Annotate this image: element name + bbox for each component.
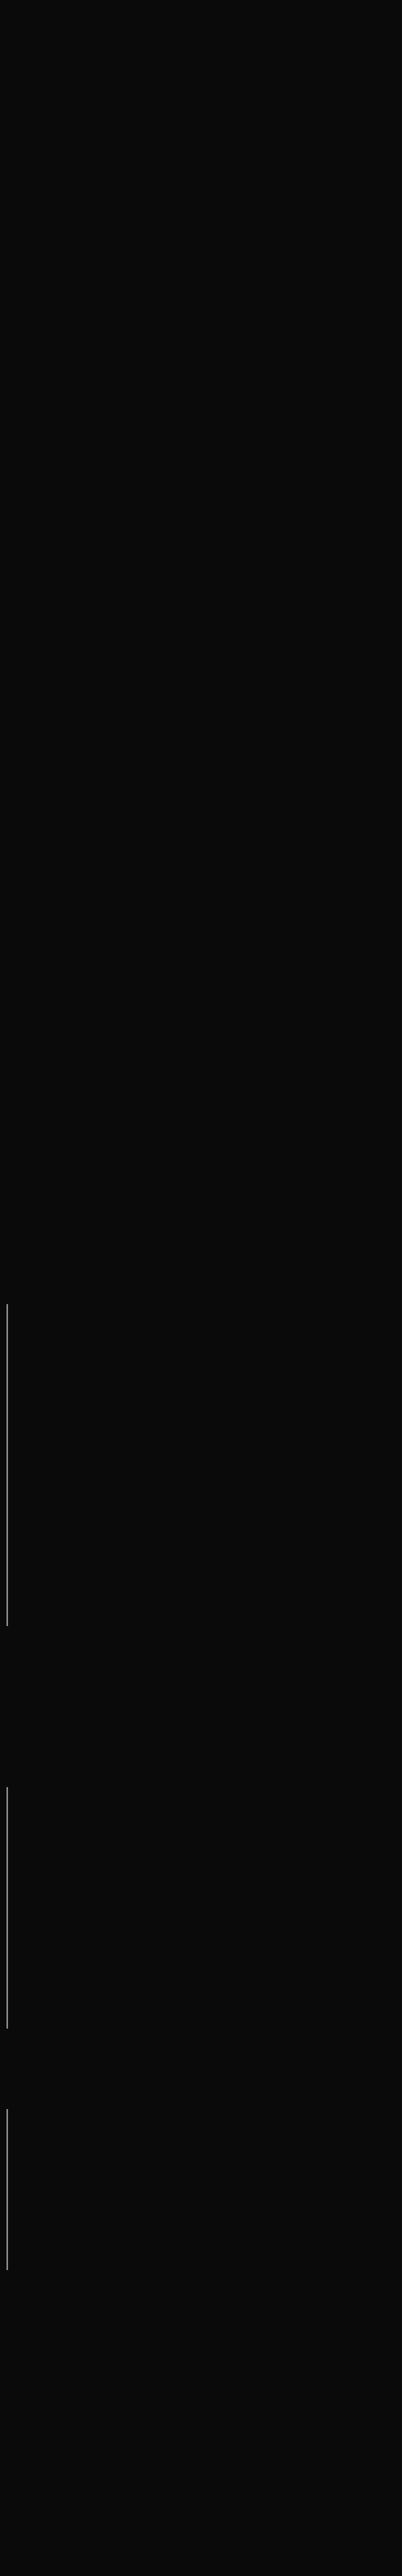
vertical-line-1: [6, 1304, 8, 1626]
vertical-line-3: [6, 2109, 8, 2270]
chart-area: [0, 16, 402, 2576]
site-title: [0, 16, 402, 23]
vertical-line-2: [6, 1787, 8, 2029]
